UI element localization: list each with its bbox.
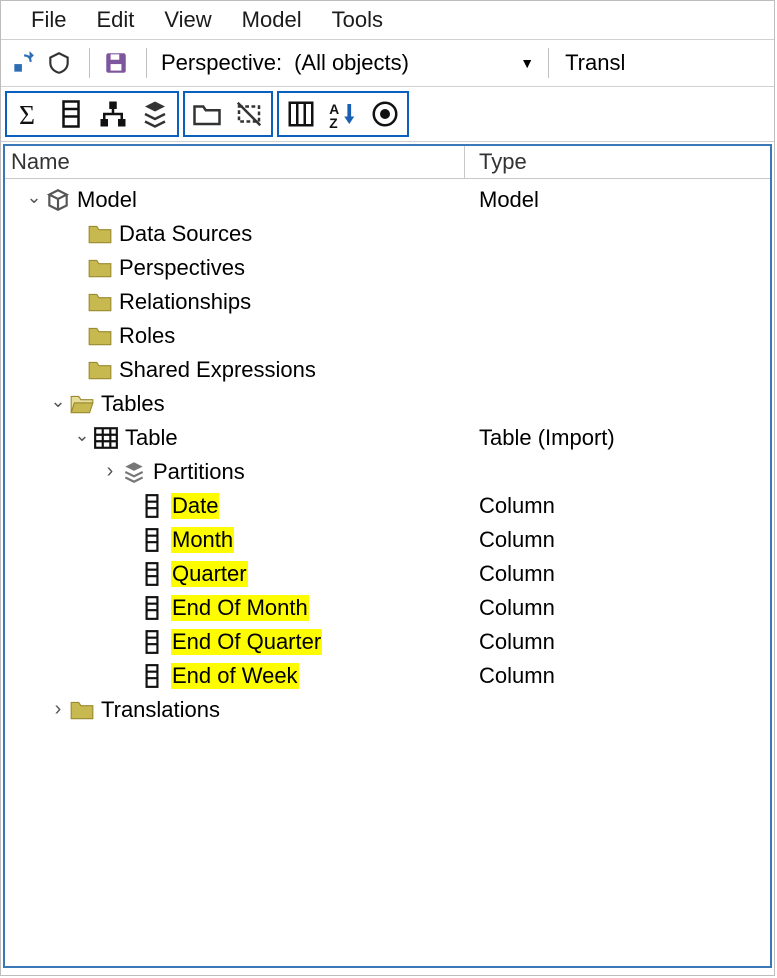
separator (548, 48, 549, 78)
tree-label: End Of Quarter (171, 629, 322, 655)
show-columns-icon[interactable] (281, 95, 321, 133)
expander-icon[interactable] (49, 699, 67, 722)
hierarchies-icon[interactable] (93, 95, 133, 133)
tree-label: Date (171, 493, 219, 519)
tree-row-column-end-of-month[interactable]: End Of Month Column (5, 591, 770, 625)
tree-body: Model Model Data Sources Perspectives (5, 179, 770, 727)
column-icon (139, 527, 165, 553)
folder-icon (87, 221, 113, 247)
tree-label: Perspectives (119, 255, 245, 281)
translations-label[interactable]: Transl (565, 50, 625, 76)
tree-row-translations[interactable]: Translations (5, 693, 770, 727)
perspective-dropdown[interactable]: (All objects) ▼ (290, 48, 538, 78)
tree-row-perspectives[interactable]: Perspectives (5, 251, 770, 285)
tree-label: Shared Expressions (119, 357, 316, 383)
tree-label: End Of Month (171, 595, 309, 621)
save-icon[interactable] (100, 47, 132, 79)
partitions-icon (121, 459, 147, 485)
tree-row-model[interactable]: Model Model (5, 183, 770, 217)
tree-type: Column (465, 629, 555, 655)
tree-row-partitions[interactable]: Partitions (5, 455, 770, 489)
folder-icon (69, 697, 95, 723)
tree-label: Tables (101, 391, 165, 417)
tree-type: Column (465, 561, 555, 587)
tree-label: Table (125, 425, 178, 451)
column-icon (139, 493, 165, 519)
tree-type: Column (465, 595, 555, 621)
table-icon (93, 425, 119, 451)
measures-icon[interactable]: Σ (9, 95, 49, 133)
perspective-label: Perspective: (161, 50, 282, 76)
menu-view[interactable]: View (164, 7, 211, 33)
tree-row-roles[interactable]: Roles (5, 319, 770, 353)
expander-icon[interactable] (49, 394, 67, 415)
perspective-value: (All objects) (294, 50, 409, 76)
tree-row-relationships[interactable]: Relationships (5, 285, 770, 319)
tree-label: Data Sources (119, 221, 252, 247)
tree-type: Table (Import) (465, 425, 615, 451)
tree-type: Column (465, 493, 555, 519)
model-icon (45, 187, 71, 213)
toolbar-perspective-row: Perspective: (All objects) ▼ Transl (1, 39, 774, 87)
folder-icon (87, 323, 113, 349)
menu-model[interactable]: Model (242, 7, 302, 33)
tree-row-tables[interactable]: Tables (5, 387, 770, 421)
deploy-icon[interactable] (43, 47, 75, 79)
tree-row-column-month[interactable]: Month Column (5, 523, 770, 557)
menu-file[interactable]: File (31, 7, 66, 33)
tree-row-column-end-of-week[interactable]: End of Week Column (5, 659, 770, 693)
column-icon (139, 663, 165, 689)
menu-edit[interactable]: Edit (96, 7, 134, 33)
tree-row-data-sources[interactable]: Data Sources (5, 217, 770, 251)
tree-label: End of Week (171, 663, 299, 689)
tree-row-column-end-of-quarter[interactable]: End Of Quarter Column (5, 625, 770, 659)
expander-icon[interactable] (101, 461, 119, 484)
toolbar-group-objects: Σ (5, 91, 179, 137)
svg-text:Z: Z (329, 116, 337, 129)
tree-type: Column (465, 663, 555, 689)
tree-row-column-quarter[interactable]: Quarter Column (5, 557, 770, 591)
column-icon (139, 561, 165, 587)
column-icon (139, 595, 165, 621)
tree-label: Roles (119, 323, 175, 349)
column-icon (139, 629, 165, 655)
separator (146, 48, 147, 78)
folder-icon (87, 255, 113, 281)
menubar: File Edit View Model Tools (1, 1, 774, 39)
expander-icon[interactable] (25, 190, 43, 211)
svg-text:Σ: Σ (19, 99, 35, 129)
header-name[interactable]: Name (5, 146, 465, 178)
hidden-objects-icon[interactable] (229, 95, 269, 133)
tree-header: Name Type (5, 146, 770, 179)
partitions-icon[interactable] (135, 95, 175, 133)
toolbar-group-view: AZ (277, 91, 409, 137)
tree-type: Model (465, 187, 539, 213)
folder-icon (87, 357, 113, 383)
tree-row-table[interactable]: Table Table (Import) (5, 421, 770, 455)
tree-panel: Name Type Model Model Da (3, 144, 772, 968)
metadata-icon[interactable] (365, 95, 405, 133)
expander-icon[interactable] (73, 428, 91, 449)
tree-label: Translations (101, 697, 220, 723)
tree-row-column-date[interactable]: Date Column (5, 489, 770, 523)
folder-open-icon (69, 391, 95, 417)
menu-tools[interactable]: Tools (332, 7, 383, 33)
columns-icon[interactable] (51, 95, 91, 133)
tree-type: Column (465, 527, 555, 553)
toolbar-group-folders (183, 91, 273, 137)
tree-label: Partitions (153, 459, 245, 485)
connect-icon[interactable] (7, 47, 39, 79)
display-folders-icon[interactable] (187, 95, 227, 133)
sort-icon[interactable]: AZ (323, 95, 363, 133)
tree-row-shared-expressions[interactable]: Shared Expressions (5, 353, 770, 387)
tree-label: Month (171, 527, 234, 553)
header-type[interactable]: Type (465, 149, 770, 175)
tree-label: Model (77, 187, 137, 213)
chevron-down-icon: ▼ (520, 55, 534, 71)
folder-icon (87, 289, 113, 315)
toolbar-filter-row: Σ AZ (1, 87, 774, 142)
tree-label: Quarter (171, 561, 248, 587)
tree-label: Relationships (119, 289, 251, 315)
separator (89, 48, 90, 78)
